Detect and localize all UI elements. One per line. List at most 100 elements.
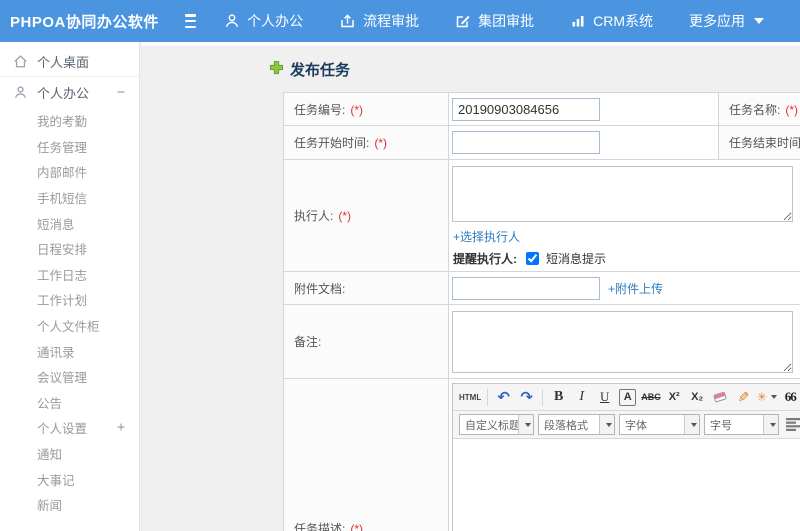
nav-more-apps[interactable]: 更多应用 xyxy=(689,11,764,31)
editor-content-area[interactable] xyxy=(453,439,800,531)
align-left-icon[interactable] xyxy=(784,414,800,435)
required-mark: (*) xyxy=(350,102,364,117)
attachment-input[interactable] xyxy=(452,276,600,300)
superscript-button[interactable]: X² xyxy=(664,387,685,408)
sidebar-item-label: 个人文件柜 xyxy=(37,320,100,335)
user-icon xyxy=(224,13,240,29)
sidebar-item-label: 通知 xyxy=(37,448,63,463)
sidebar-item-notice[interactable]: 通知 xyxy=(0,441,139,467)
add-plus-icon xyxy=(269,60,284,80)
sms-remind-label: 短消息提示 xyxy=(546,252,607,266)
caret-down-icon xyxy=(691,422,697,427)
sidebar-item-label: 日程安排 xyxy=(37,243,88,258)
editor-toolbar-row2: 自定义标题 段落格式 字体 字号 xyxy=(453,411,800,439)
sidebar-item-memorabilia[interactable]: 大事记 xyxy=(0,466,139,492)
start-time-input[interactable] xyxy=(452,131,600,154)
sidebar-item-short-message[interactable]: 短消息 xyxy=(0,210,139,236)
remark-label: 备注: xyxy=(294,335,322,349)
italic-button[interactable]: I xyxy=(571,387,592,408)
sidebar-item-label: 任务管理 xyxy=(37,140,88,155)
font-size-select[interactable]: 字号 xyxy=(704,414,779,435)
task-name-label: 任务名称: xyxy=(729,102,781,117)
caret-down-icon xyxy=(770,422,776,427)
end-time-label: 任务结束时间: xyxy=(729,136,800,150)
font-family-select[interactable]: 字体 xyxy=(619,414,700,435)
html-source-button[interactable]: HTML xyxy=(458,387,482,408)
required-mark: (*) xyxy=(374,136,388,150)
sidebar-item-attendance[interactable]: 我的考勤 xyxy=(0,108,139,134)
sidebar-item-internal-mail[interactable]: 内部邮件 xyxy=(0,159,139,185)
main-nav: 个人办公 流程审批 集团审批 CRM系统 更多应用 xyxy=(224,11,800,31)
task-number-input[interactable] xyxy=(452,97,600,121)
strikethrough-button[interactable]: ABC xyxy=(640,387,662,408)
sidebar-item-label: 内部邮件 xyxy=(37,166,88,181)
format-brush-icon[interactable]: ✎ xyxy=(733,387,754,408)
eraser-icon[interactable] xyxy=(710,387,731,408)
choose-executor-link[interactable]: +选择执行人 xyxy=(453,230,520,244)
user-icon xyxy=(13,85,28,100)
bar-chart-icon xyxy=(570,13,586,29)
task-number-label: 任务编号: xyxy=(294,102,346,117)
sidebar-item-announcement[interactable]: 公告 xyxy=(0,390,139,416)
nav-label: CRM系统 xyxy=(593,13,653,29)
nav-workflow-approval[interactable]: 流程审批 xyxy=(339,11,419,31)
description-label: 任务描述: xyxy=(294,522,346,531)
nav-label: 个人办公 xyxy=(247,13,304,29)
underline-button[interactable]: U xyxy=(594,387,615,408)
sidebar-item-label: 大事记 xyxy=(37,473,75,488)
subscript-button[interactable]: X₂ xyxy=(687,387,708,408)
caret-down-icon xyxy=(525,422,531,427)
sidebar-item-label: 个人桌面 xyxy=(37,54,90,70)
sidebar-item-label: 会议管理 xyxy=(37,371,88,386)
sidebar-item-personal-settings[interactable]: 个人设置 + xyxy=(0,415,139,441)
sidebar-item-contacts[interactable]: 通讯录 xyxy=(0,338,139,364)
sidebar-item-label: 个人办公 xyxy=(37,86,90,101)
publish-task-form: 任务编号:(*) 任务名称:(*) 任务开始时间:(*) 任务结束时间:(*) … xyxy=(283,92,800,531)
sidebar-item-task-management[interactable]: 任务管理 xyxy=(0,134,139,160)
custom-title-select[interactable]: 自定义标题 xyxy=(459,414,534,435)
sidebar-item-label: 我的考勤 xyxy=(37,115,88,130)
blockquote-button[interactable]: 66 xyxy=(780,387,800,408)
autoformat-icon[interactable]: ✳ xyxy=(756,387,778,408)
required-mark: (*) xyxy=(350,522,364,531)
sidebar-item-work-plan[interactable]: 工作计划 xyxy=(0,287,139,313)
sidebar-item-schedule[interactable]: 日程安排 xyxy=(0,236,139,262)
required-mark: (*) xyxy=(338,209,352,223)
start-time-label: 任务开始时间: xyxy=(294,136,370,150)
sidebar-item-label: 工作计划 xyxy=(37,294,88,309)
sidebar-item-meeting-management[interactable]: 会议管理 xyxy=(0,364,139,390)
sidebar-item-work-log[interactable]: 工作日志 xyxy=(0,262,139,288)
sidebar-item-desktop[interactable]: 个人桌面 xyxy=(0,46,139,77)
sidebar-item-news[interactable]: 新闻 xyxy=(0,492,139,518)
home-icon xyxy=(13,54,28,69)
sidebar-item-file-cabinet[interactable]: 个人文件柜 xyxy=(0,313,139,339)
sidebar-item-personal-office[interactable]: 个人办公 − xyxy=(0,77,139,108)
collapse-icon[interactable]: − xyxy=(117,85,125,100)
sidebar-item-label: 公告 xyxy=(37,396,63,411)
sidebar-item-label: 通讯录 xyxy=(37,345,75,360)
attachment-upload-link[interactable]: +附件上传 xyxy=(608,280,663,297)
undo-icon[interactable]: ↶ xyxy=(493,387,514,408)
rich-text-editor: HTML ↶ ↷ B I U A ABC X² X₂ ✎ ✳ 66 自定义标题 … xyxy=(452,383,800,531)
executor-textarea[interactable] xyxy=(452,166,793,222)
top-navigation-bar: PHPOA协同办公软件 个人办公 流程审批 集团审批 CRM系统 更多应用 xyxy=(0,0,800,42)
editor-toolbar-row1: HTML ↶ ↷ B I U A ABC X² X₂ ✎ ✳ 66 xyxy=(453,384,800,411)
expand-icon[interactable]: + xyxy=(117,420,125,435)
nav-personal-office[interactable]: 个人办公 xyxy=(224,11,303,31)
nav-group-approval[interactable]: 集团审批 xyxy=(455,11,534,31)
executor-label: 执行人: xyxy=(294,209,334,223)
caret-down-icon xyxy=(754,18,764,24)
nav-crm-system[interactable]: CRM系统 xyxy=(570,11,653,31)
menu-toggle-icon[interactable] xyxy=(184,14,197,28)
remark-textarea[interactable] xyxy=(452,310,793,373)
required-mark: (*) xyxy=(785,102,799,117)
sms-remind-checkbox[interactable] xyxy=(526,252,539,265)
paragraph-format-select[interactable]: 段落格式 xyxy=(538,414,615,435)
redo-icon[interactable]: ↷ xyxy=(516,387,537,408)
bold-button[interactable]: B xyxy=(548,387,569,408)
app-logo: PHPOA协同办公软件 xyxy=(10,13,159,31)
caret-down-icon xyxy=(770,395,777,399)
font-style-button[interactable]: A xyxy=(619,388,637,406)
nav-label: 流程审批 xyxy=(363,13,420,29)
sidebar-item-phone-sms[interactable]: 手机短信 xyxy=(0,185,139,211)
